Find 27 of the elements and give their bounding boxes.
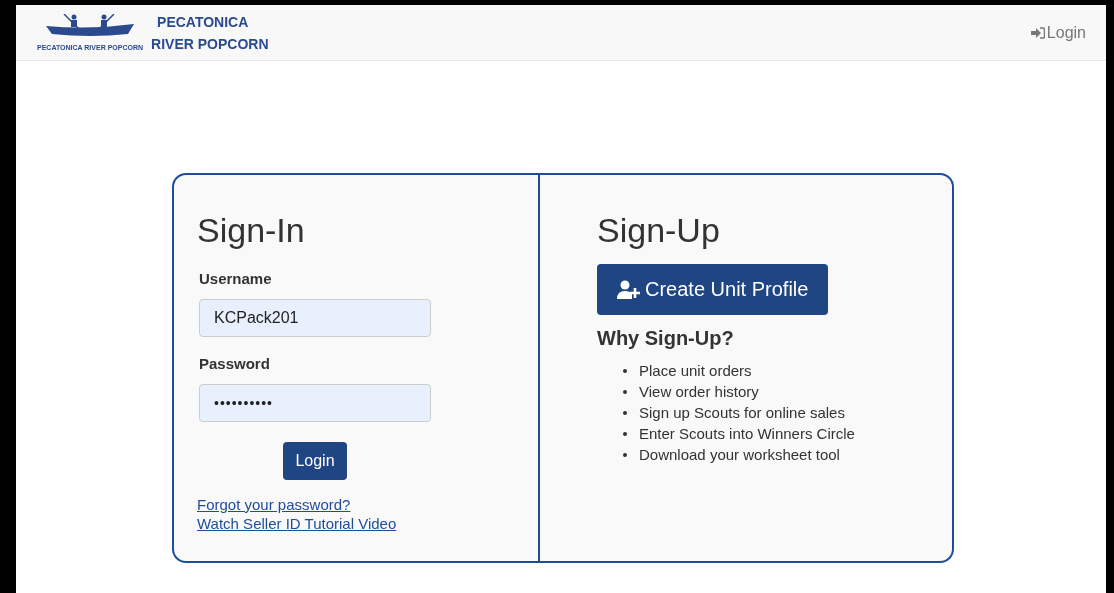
- bullet-icon: [623, 389, 627, 394]
- sign-in-icon: [1030, 26, 1045, 39]
- text-link[interactable]: Forgot your password?: [197, 496, 351, 513]
- bullet-icon: [623, 452, 627, 457]
- section-title: Sign-Up: [597, 211, 721, 250]
- list-item: Download your worksheet tool: [639, 446, 840, 463]
- login-link[interactable]: Login: [1030, 23, 1086, 42]
- add-user-icon: [617, 279, 641, 300]
- bullet-icon: [623, 368, 627, 373]
- list-item: Place unit orders: [639, 362, 752, 379]
- list-item: Sign up Scouts for online sales: [639, 404, 845, 421]
- list-item: Enter Scouts into Winners Circle: [639, 425, 855, 442]
- list-item: View order history: [639, 383, 759, 400]
- canoe-logo-icon: [44, 14, 137, 38]
- field-label: Password: [199, 355, 270, 372]
- brand-name: PECATONICA: [157, 13, 250, 30]
- field-label: Username: [199, 270, 272, 287]
- username-field[interactable]: KCPack201: [199, 299, 431, 337]
- bullet-icon: [623, 410, 627, 415]
- brand-name: RIVER POPCORN: [151, 35, 269, 52]
- create-profile-button[interactable]: Create Unit Profile: [597, 264, 829, 315]
- section-subtitle: Why Sign-Up?: [597, 327, 735, 350]
- text-link[interactable]: Watch Seller ID Tutorial Video: [197, 515, 397, 532]
- password-field[interactable]: ••••••••••: [199, 384, 431, 422]
- login-button[interactable]: Login: [283, 442, 347, 480]
- section-title: Sign-In: [197, 211, 305, 250]
- bullet-icon: [623, 431, 627, 436]
